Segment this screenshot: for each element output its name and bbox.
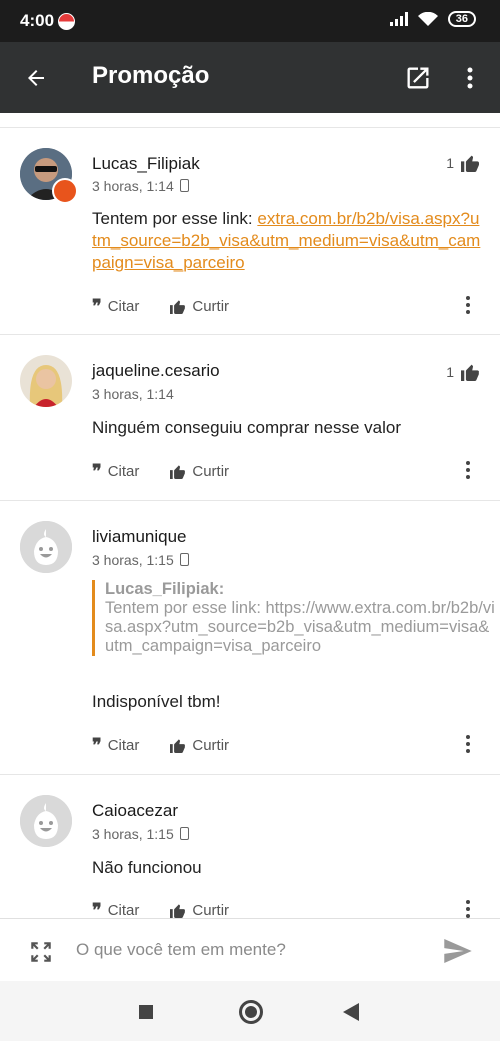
quote-text: Tentem por esse link: https://www.extra.…: [105, 599, 495, 655]
quote-button[interactable]: ❞ Citar: [92, 296, 139, 317]
quote-button[interactable]: ❞ Citar: [92, 735, 139, 756]
quote-icon: ❞: [92, 296, 102, 316]
post-more-icon[interactable]: [466, 735, 470, 756]
post-actions: ❞ Citar Curtir: [92, 296, 259, 317]
fire-badge-icon: [52, 178, 78, 204]
send-icon[interactable]: [444, 939, 472, 963]
back-arrow-icon[interactable]: [24, 66, 48, 90]
post-timestamp: 3 horas, 1:14: [92, 178, 189, 194]
post-text: Tentem por esse link:: [92, 209, 258, 228]
like-button[interactable]: Curtir: [169, 902, 229, 919]
signal-icon: [389, 12, 408, 26]
divider: [0, 500, 500, 501]
divider: [0, 334, 500, 335]
post-username[interactable]: jaqueline.cesario: [92, 361, 220, 381]
like-count-value: 1: [446, 364, 454, 380]
expand-icon[interactable]: [28, 939, 54, 965]
post-body: Indisponível tbm!: [92, 692, 221, 711]
post-more-icon[interactable]: [466, 296, 470, 317]
thumbs-up-icon: [170, 739, 186, 753]
like-button[interactable]: Curtir: [169, 737, 229, 754]
post-body: Tentem por esse link: extra.com.br/b2b/v…: [92, 208, 482, 274]
open-external-icon[interactable]: [404, 64, 432, 92]
battery-icon: 36: [447, 11, 476, 27]
post-actions: ❞ Citar Curtir: [92, 461, 259, 482]
thumbs-up-icon: [170, 300, 186, 314]
back-icon[interactable]: [343, 1003, 359, 1021]
post-username[interactable]: liviamunique: [92, 527, 187, 547]
thumbs-up-icon: [461, 155, 479, 172]
divider: [0, 127, 500, 128]
pokeball-icon: [58, 13, 75, 30]
like-count[interactable]: 1: [446, 363, 480, 381]
quote-icon: ❞: [92, 461, 102, 481]
like-button[interactable]: Curtir: [169, 463, 229, 480]
quote-button[interactable]: ❞ Citar: [92, 461, 139, 482]
overflow-menu-icon[interactable]: [466, 66, 474, 90]
avatar[interactable]: [20, 355, 72, 407]
post-timestamp: 3 horas, 1:14: [92, 386, 174, 402]
mobile-device-icon: [179, 827, 189, 840]
status-bar: 4:00 36: [0, 0, 500, 42]
mobile-device-icon: [179, 553, 189, 566]
quote-author: Lucas_Filipiak:: [105, 580, 225, 598]
quoted-post: Lucas_Filipiak: Tentem por esse link: ht…: [92, 580, 495, 656]
like-count-value: 1: [446, 155, 454, 171]
like-button[interactable]: Curtir: [169, 298, 229, 315]
avatar[interactable]: [20, 795, 72, 847]
post-more-icon[interactable]: [466, 461, 470, 482]
post-body: Não funcionou: [92, 858, 202, 877]
quote-icon: ❞: [92, 735, 102, 755]
post-timestamp: 3 horas, 1:15: [92, 826, 189, 842]
reply-composer: O que você tem em mente?: [0, 918, 500, 982]
like-count[interactable]: 1: [446, 154, 480, 172]
post-body: Ninguém conseguiu comprar nesse valor: [92, 418, 401, 437]
wifi-icon: [417, 11, 438, 26]
status-time: 4:00: [20, 11, 55, 30]
mobile-device-icon: [179, 179, 189, 192]
post-username[interactable]: Lucas_Filipiak: [92, 154, 200, 174]
recents-icon[interactable]: [139, 1005, 153, 1019]
post-timestamp: 3 horas, 1:15: [92, 552, 189, 568]
thumbs-up-icon: [170, 904, 186, 918]
home-icon[interactable]: [239, 1000, 263, 1024]
status-icons: 36: [389, 11, 476, 27]
app-toolbar: Promoção: [0, 42, 500, 113]
post-username[interactable]: Caioacezar: [92, 801, 178, 821]
reply-input[interactable]: O que você tem em mente?: [76, 940, 286, 960]
avatar[interactable]: [20, 521, 72, 573]
divider: [0, 774, 500, 775]
system-navigation-bar: [0, 981, 500, 1041]
post-actions: ❞ Citar Curtir: [92, 735, 259, 756]
page-title: Promoção: [92, 62, 210, 89]
thumbs-up-icon: [170, 465, 186, 479]
thumbs-up-icon: [461, 364, 479, 381]
